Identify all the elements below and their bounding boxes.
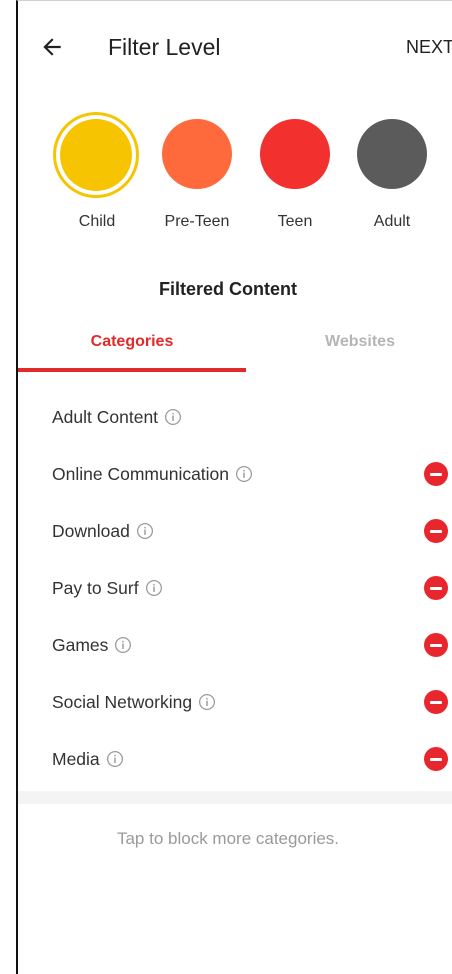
remove-category-button[interactable] [424, 633, 448, 657]
level-option-pre-teen[interactable]: Pre-Teen [148, 109, 244, 239]
remove-category-button[interactable] [424, 576, 448, 600]
arrow-left-icon [43, 38, 61, 56]
info-circle-icon[interactable] [198, 693, 216, 711]
section-title: Filtered Content [159, 279, 297, 299]
info-circle-icon[interactable] [136, 522, 154, 540]
level-circle-adult [357, 119, 427, 189]
category-name-group: Media [52, 747, 124, 771]
minus-circle-icon [430, 757, 442, 761]
minus-circle-icon [430, 700, 442, 704]
level-circle-child [53, 112, 139, 198]
app-bar: Filter Level NEXT [18, 1, 452, 93]
info-circle-icon[interactable] [164, 408, 182, 426]
category-row-games: Games [18, 616, 452, 673]
category-name: Online Communication [52, 464, 230, 484]
tab-categories[interactable]: Categories [18, 321, 246, 373]
block-more-categories-link[interactable]: Tap to block more categories. [18, 827, 452, 851]
level-option-adult[interactable]: Adult [343, 109, 439, 239]
category-name-group: Adult Content [52, 405, 182, 429]
category-name: Pay to Surf [52, 578, 139, 598]
category-name: Download [52, 521, 130, 541]
remove-category-button[interactable] [424, 690, 448, 714]
remove-category-button[interactable] [424, 747, 448, 771]
category-row-adult-content: Adult Content [18, 388, 452, 445]
level-label-adult: Adult [373, 213, 411, 230]
category-row-media: Media [18, 730, 452, 787]
category-name-group: Online Communication [52, 462, 253, 486]
back-button[interactable] [36, 31, 68, 63]
category-name: Media [52, 749, 100, 769]
level-circle-fill [60, 119, 132, 191]
page-title: Filter Level [108, 34, 221, 60]
level-option-teen[interactable]: Teen [246, 109, 342, 239]
level-circle-teen [260, 119, 330, 189]
level-circle-pre-teen [162, 119, 232, 189]
category-name: Adult Content [52, 407, 159, 427]
content-tabs: Categories Websites [18, 321, 452, 373]
minus-circle-icon [430, 643, 442, 647]
category-row-download: Download [18, 502, 452, 559]
minus-circle-icon [430, 529, 442, 533]
list-divider-band [18, 791, 452, 804]
category-name-group: Games [52, 633, 132, 657]
screen-frame: Filter Level NEXT Child Pre-Teen Teen Ad… [16, 0, 452, 974]
info-circle-icon[interactable] [235, 465, 253, 483]
category-name-group: Download [52, 519, 154, 543]
minus-circle-icon [430, 586, 442, 590]
info-circle-icon[interactable] [106, 750, 124, 768]
info-circle-icon[interactable] [114, 636, 132, 654]
category-name: Games [52, 635, 109, 655]
filter-level-selector: Child Pre-Teen Teen Adult [18, 109, 452, 239]
minus-circle-icon [430, 472, 442, 476]
remove-category-button[interactable] [424, 519, 448, 543]
category-name-group: Pay to Surf [52, 576, 163, 600]
category-row-social-networking: Social Networking [18, 673, 452, 730]
level-option-child[interactable]: Child [48, 109, 144, 239]
active-tab-indicator [18, 368, 246, 372]
category-name-group: Social Networking [52, 690, 216, 714]
next-button[interactable]: NEXT [406, 35, 452, 59]
category-row-pay-to-surf: Pay to Surf [18, 559, 452, 616]
category-row-online-communication: Online Communication [18, 445, 452, 502]
remove-category-button[interactable] [424, 462, 448, 486]
category-name: Social Networking [52, 692, 193, 712]
info-circle-icon[interactable] [145, 579, 163, 597]
tab-websites[interactable]: Websites [246, 321, 452, 373]
